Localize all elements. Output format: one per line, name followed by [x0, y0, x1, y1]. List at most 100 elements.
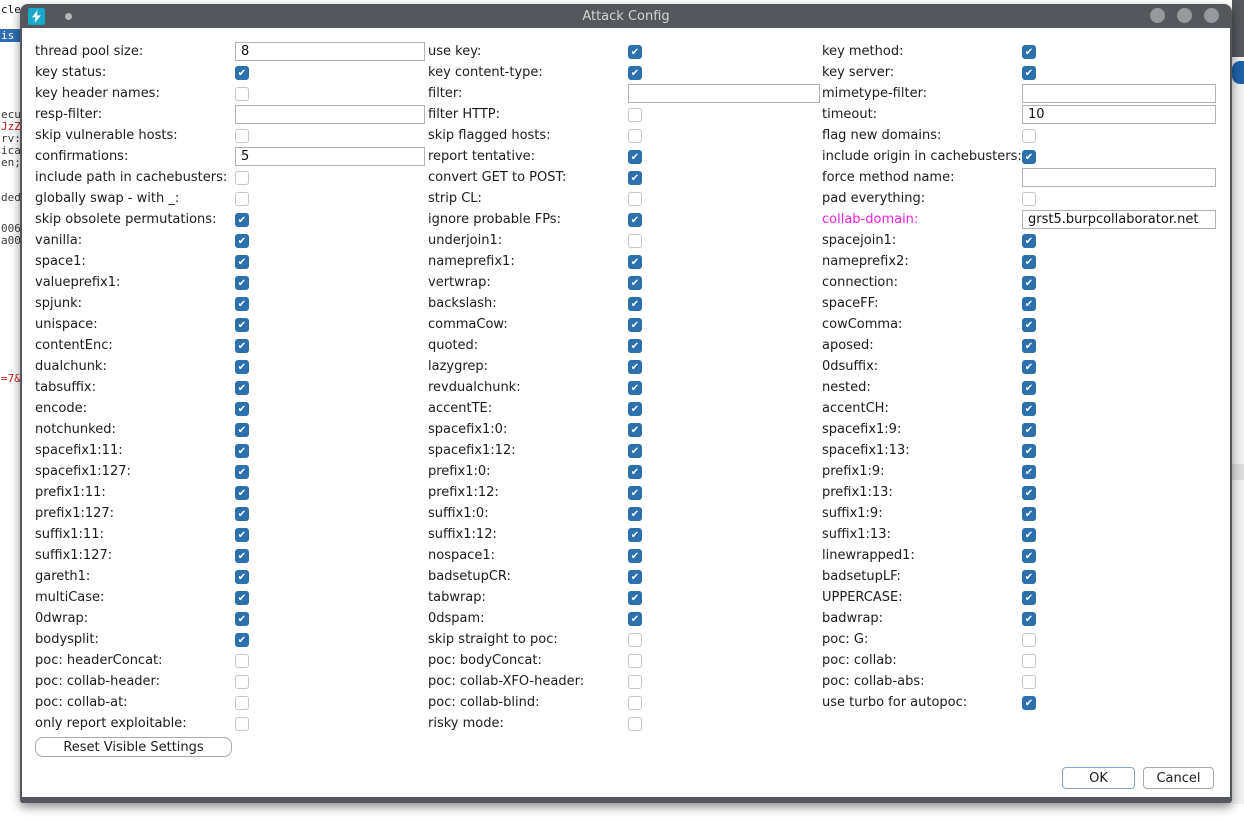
poc-collab-abs-checkbox[interactable] — [1022, 675, 1036, 689]
0dwrap-checkbox[interactable]: ✔ — [235, 612, 249, 626]
suffix1-0-checkbox[interactable]: ✔ — [628, 507, 642, 521]
include-path-in-cachebusters-checkbox[interactable] — [235, 171, 249, 185]
poc-collab-checkbox[interactable] — [1022, 654, 1036, 668]
contentenc-checkbox[interactable]: ✔ — [235, 339, 249, 353]
prefix1-13-checkbox[interactable]: ✔ — [1022, 486, 1036, 500]
dialog-titlebar[interactable]: Attack Config — [22, 4, 1230, 28]
cancel-button[interactable]: Cancel — [1143, 767, 1214, 789]
filter-http-checkbox[interactable] — [628, 108, 642, 122]
space1-checkbox[interactable]: ✔ — [235, 255, 249, 269]
risky-mode-checkbox[interactable] — [628, 717, 642, 731]
force-method-name-input[interactable] — [1022, 168, 1216, 187]
aposed-checkbox[interactable]: ✔ — [1022, 339, 1036, 353]
prefix1-9-checkbox[interactable]: ✔ — [1022, 465, 1036, 479]
poc-collab-blind-checkbox[interactable] — [628, 696, 642, 710]
report-tentative-checkbox[interactable]: ✔ — [628, 150, 642, 164]
ignore-probable-fps-checkbox[interactable]: ✔ — [628, 213, 642, 227]
minimize-button[interactable] — [1150, 8, 1165, 23]
poc-collab-xfo-header-checkbox[interactable] — [628, 675, 642, 689]
badwrap-checkbox[interactable]: ✔ — [1022, 612, 1036, 626]
poc-bodyconcat-checkbox[interactable] — [628, 654, 642, 668]
valueprefix1-checkbox[interactable]: ✔ — [235, 276, 249, 290]
thread-pool-size-input[interactable] — [235, 42, 425, 61]
connection-checkbox[interactable]: ✔ — [1022, 276, 1036, 290]
convert-get-to-post-checkbox[interactable]: ✔ — [628, 171, 642, 185]
skip-vulnerable-hosts-checkbox[interactable] — [235, 129, 249, 143]
badsetuplf-checkbox[interactable]: ✔ — [1022, 570, 1036, 584]
nameprefix1-checkbox[interactable]: ✔ — [628, 255, 642, 269]
spaceff-checkbox[interactable]: ✔ — [1022, 297, 1036, 311]
background-blue-button[interactable] — [1232, 61, 1244, 84]
poc-collab-header-checkbox[interactable] — [235, 675, 249, 689]
filter-input[interactable] — [628, 84, 820, 103]
uppercase-checkbox[interactable]: ✔ — [1022, 591, 1036, 605]
spacefix1-127-checkbox[interactable]: ✔ — [235, 465, 249, 479]
spjunk-checkbox[interactable]: ✔ — [235, 297, 249, 311]
prefix1-127-checkbox[interactable]: ✔ — [235, 507, 249, 521]
dualchunk-checkbox[interactable]: ✔ — [235, 360, 249, 374]
0dspam-checkbox[interactable]: ✔ — [628, 612, 642, 626]
linewrapped1-checkbox[interactable]: ✔ — [1022, 549, 1036, 563]
ok-button[interactable]: OK — [1062, 767, 1135, 789]
notchunked-checkbox[interactable]: ✔ — [235, 423, 249, 437]
suffix1-12-checkbox[interactable]: ✔ — [628, 528, 642, 542]
skip-flagged-hosts-checkbox[interactable] — [628, 129, 642, 143]
close-button[interactable] — [1204, 8, 1219, 23]
reset-visible-settings-button[interactable]: Reset Visible Settings — [35, 737, 232, 757]
revdualchunk-checkbox[interactable]: ✔ — [628, 381, 642, 395]
prefix1-11-checkbox[interactable]: ✔ — [235, 486, 249, 500]
only-report-exploitable-checkbox[interactable] — [235, 717, 249, 731]
key-content-type-checkbox[interactable]: ✔ — [628, 66, 642, 80]
confirmations-input[interactable] — [235, 147, 425, 166]
scrollbar-thumb[interactable] — [1232, 464, 1244, 480]
accentte-checkbox[interactable]: ✔ — [628, 402, 642, 416]
spacefix1-13-checkbox[interactable]: ✔ — [1022, 444, 1036, 458]
backslash-checkbox[interactable]: ✔ — [628, 297, 642, 311]
spacefix1-0-checkbox[interactable]: ✔ — [628, 423, 642, 437]
spacefix1-11-checkbox[interactable]: ✔ — [235, 444, 249, 458]
multicase-checkbox[interactable]: ✔ — [235, 591, 249, 605]
flag-new-domains-checkbox[interactable] — [1022, 129, 1036, 143]
suffix1-13-checkbox[interactable]: ✔ — [1022, 528, 1036, 542]
collab-domain-input[interactable] — [1022, 210, 1216, 229]
poc-headerconcat-checkbox[interactable] — [235, 654, 249, 668]
strip-cl-checkbox[interactable] — [628, 192, 642, 206]
gareth1-checkbox[interactable]: ✔ — [235, 570, 249, 584]
key-header-names-checkbox[interactable] — [235, 87, 249, 101]
nospace1-checkbox[interactable]: ✔ — [628, 549, 642, 563]
suffix1-11-checkbox[interactable]: ✔ — [235, 528, 249, 542]
lazygrep-checkbox[interactable]: ✔ — [628, 360, 642, 374]
cowcomma-checkbox[interactable]: ✔ — [1022, 318, 1036, 332]
commacow-checkbox[interactable]: ✔ — [628, 318, 642, 332]
underjoin1-checkbox[interactable] — [628, 234, 642, 248]
spacefix1-9-checkbox[interactable]: ✔ — [1022, 423, 1036, 437]
poc-collab-at-checkbox[interactable] — [235, 696, 249, 710]
key-status-checkbox[interactable]: ✔ — [235, 66, 249, 80]
pad-everything-checkbox[interactable] — [1022, 192, 1036, 206]
encode-checkbox[interactable]: ✔ — [235, 402, 249, 416]
poc-g-checkbox[interactable] — [1022, 633, 1036, 647]
include-origin-in-cachebusters-checkbox[interactable]: ✔ — [1022, 150, 1036, 164]
nested-checkbox[interactable]: ✔ — [1022, 381, 1036, 395]
unispace-checkbox[interactable]: ✔ — [235, 318, 249, 332]
0dsuffix-checkbox[interactable]: ✔ — [1022, 360, 1036, 374]
suffix1-9-checkbox[interactable]: ✔ — [1022, 507, 1036, 521]
suffix1-127-checkbox[interactable]: ✔ — [235, 549, 249, 563]
globally-swap-with-checkbox[interactable] — [235, 192, 249, 206]
vanilla-checkbox[interactable]: ✔ — [235, 234, 249, 248]
key-method-checkbox[interactable]: ✔ — [1022, 45, 1036, 59]
vertwrap-checkbox[interactable]: ✔ — [628, 276, 642, 290]
skip-obsolete-permutations-checkbox[interactable]: ✔ — [235, 213, 249, 227]
prefix1-12-checkbox[interactable]: ✔ — [628, 486, 642, 500]
badsetupcr-checkbox[interactable]: ✔ — [628, 570, 642, 584]
use-key-checkbox[interactable]: ✔ — [628, 45, 642, 59]
resp-filter-input[interactable] — [235, 105, 425, 124]
tabsuffix-checkbox[interactable]: ✔ — [235, 381, 249, 395]
spacefix1-12-checkbox[interactable]: ✔ — [628, 444, 642, 458]
bodysplit-checkbox[interactable]: ✔ — [235, 633, 249, 647]
mimetype-filter-input[interactable] — [1022, 84, 1216, 103]
prefix1-0-checkbox[interactable]: ✔ — [628, 465, 642, 479]
nameprefix2-checkbox[interactable]: ✔ — [1022, 255, 1036, 269]
timeout-input[interactable] — [1022, 105, 1216, 124]
tabwrap-checkbox[interactable]: ✔ — [628, 591, 642, 605]
